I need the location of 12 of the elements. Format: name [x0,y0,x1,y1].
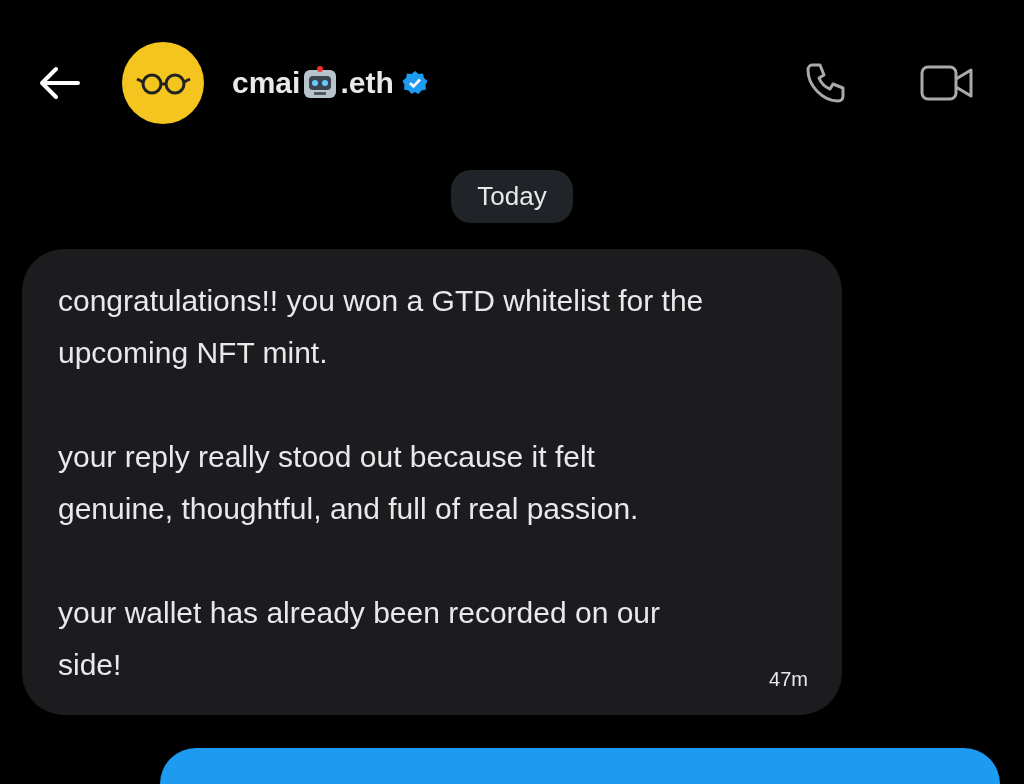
message-text: your reply really stood out because it felt genuine, thoughtful, and full of real passion. [58,439,640,527]
message-time: 47m [769,668,808,691]
robot-icon [302,66,339,100]
message-text: your wallet has already been recorded on our side! [58,595,662,683]
contact-name: cmai [232,66,301,100]
video-call-icon[interactable] [920,65,974,101]
message-text: congratulations!! you won a GTD whitelist for the upcoming NFT mint. [58,283,705,371]
phone-icon[interactable] [804,61,848,105]
back-icon[interactable] [38,66,80,100]
contact-name-suffix: .eth [340,66,394,100]
date-divider: Today [451,170,573,223]
avatar-glasses-icon[interactable] [122,42,204,124]
